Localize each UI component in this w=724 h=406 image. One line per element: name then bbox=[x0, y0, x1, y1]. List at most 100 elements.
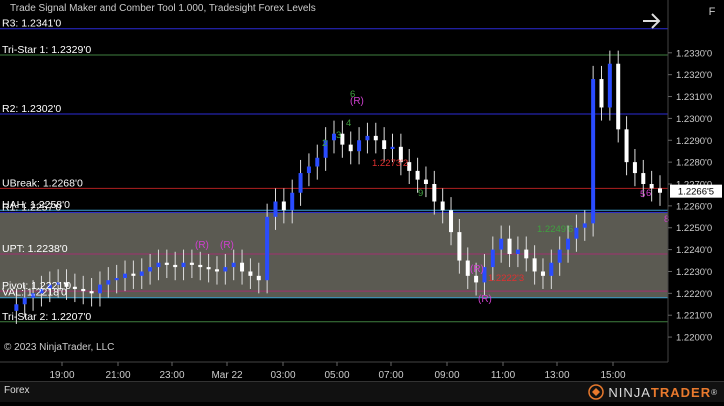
candle-body bbox=[281, 201, 286, 211]
logo-reg: ® bbox=[711, 387, 718, 397]
signal-r-label: (R) bbox=[220, 240, 234, 251]
candle-body bbox=[139, 271, 144, 276]
candle-body bbox=[449, 210, 454, 233]
candle-body bbox=[557, 249, 562, 263]
candle-body bbox=[641, 173, 646, 184]
time-tick-label: 21:00 bbox=[105, 370, 130, 381]
signal-r-label: (R) bbox=[195, 240, 209, 251]
f-button[interactable]: F bbox=[704, 6, 720, 22]
candle-body bbox=[240, 262, 245, 272]
logo-text-ninja: NINJA bbox=[608, 384, 651, 400]
candle-body bbox=[306, 166, 311, 174]
candle-body bbox=[97, 284, 102, 294]
ninjatrader-logo: NINJA TRADER ® bbox=[588, 383, 718, 401]
candle-body bbox=[457, 232, 462, 261]
candle-body bbox=[123, 273, 128, 279]
time-tick-label: 09:00 bbox=[434, 370, 459, 381]
candle-body bbox=[591, 79, 596, 224]
level-label: R1: 1.2257'0 bbox=[2, 201, 61, 213]
candle-body bbox=[415, 170, 420, 180]
signal-r-label: (R) bbox=[470, 264, 484, 275]
candle-body bbox=[189, 262, 194, 265]
time-tick-label: 23:00 bbox=[159, 370, 184, 381]
candle-body bbox=[290, 192, 295, 211]
price-tick-label: 1.2310'0 bbox=[676, 92, 712, 103]
price-tick-label: 1.2320'0 bbox=[676, 70, 712, 81]
chart-canvas[interactable]: (R) (R)(R)(R)(R)1.2273'21.2222'31.2249'66… bbox=[0, 0, 724, 401]
candle-body bbox=[582, 223, 587, 228]
price-chart[interactable]: (R) (R) (R) (R) (R) 1.2273'2 1.2222'3 1.2249'6 6… bbox=[0, 0, 724, 402]
red-level-label: 1.2273'2 bbox=[372, 158, 408, 169]
signal-number: 4 bbox=[346, 118, 351, 129]
price-tick-label: 1.2330'0 bbox=[676, 48, 712, 59]
tab-forex[interactable]: Forex bbox=[4, 385, 30, 396]
footer-bar: Forex NINJA TRADER ® bbox=[0, 381, 724, 402]
time-tick-label: 03:00 bbox=[270, 370, 295, 381]
green-level-label: 1.2249'6 bbox=[537, 224, 573, 235]
price-tick-label: 1.2220'0 bbox=[676, 289, 712, 300]
candle-body bbox=[632, 162, 637, 174]
candle-body bbox=[164, 262, 169, 265]
candle-body bbox=[298, 173, 303, 193]
candle-body bbox=[357, 140, 362, 152]
candle-body bbox=[265, 216, 270, 281]
candle-body bbox=[616, 63, 621, 130]
candle-body bbox=[423, 179, 428, 184]
price-tick-label: 1.2290'0 bbox=[676, 136, 712, 147]
signal-number: 8 bbox=[664, 214, 669, 225]
candle-body bbox=[114, 278, 119, 281]
price-tick-label: 1.2300'0 bbox=[676, 114, 712, 125]
price-tick-label: 1.2250'0 bbox=[676, 223, 712, 234]
red-level-label: 1.2222'3 bbox=[488, 273, 524, 284]
candle-body bbox=[474, 275, 479, 283]
candle-body bbox=[273, 201, 278, 217]
candle-body bbox=[198, 264, 203, 268]
candle-body bbox=[499, 238, 504, 250]
candle-body bbox=[490, 249, 495, 268]
time-tick-label: 11:00 bbox=[491, 370, 516, 381]
candle-body bbox=[181, 262, 186, 268]
indicator-title: Trade Signal Maker and Comber Tool 1.000… bbox=[10, 3, 316, 14]
logo-text-trader: TRADER bbox=[650, 384, 712, 400]
candle-body bbox=[624, 129, 629, 163]
time-tick-label: 05:00 bbox=[324, 370, 349, 381]
time-tick-label: Mar 22 bbox=[211, 370, 243, 381]
signal-r-label: (R) bbox=[478, 294, 492, 305]
price-tick-label: 1.2280'0 bbox=[676, 158, 712, 169]
candle-body bbox=[156, 262, 161, 268]
candle-body bbox=[515, 249, 520, 254]
time-tick-label: 13:00 bbox=[544, 370, 569, 381]
candle-body bbox=[574, 227, 579, 239]
candle-body bbox=[206, 267, 211, 270]
copyright-text: © 2023 NinjaTrader, LLC bbox=[4, 342, 115, 353]
level-label: VAL: 1.2218'0 bbox=[2, 287, 67, 299]
price-tick-label: 1.2240'0 bbox=[676, 245, 712, 256]
candle-body bbox=[432, 184, 437, 202]
arrow-right-icon[interactable] bbox=[640, 10, 664, 32]
candle-body bbox=[373, 135, 378, 141]
candle-body bbox=[315, 157, 320, 167]
svg-text:1.2266'5: 1.2266'5 bbox=[678, 187, 714, 198]
time-tick-label: 07:00 bbox=[378, 370, 403, 381]
price-tick-label: 1.2200'0 bbox=[676, 333, 712, 344]
candle-body bbox=[214, 269, 219, 272]
level-label: UBreak: 1.2268'0 bbox=[2, 177, 83, 189]
candle-body bbox=[173, 264, 178, 268]
current-price-tag: 1.2266'5 bbox=[670, 184, 722, 198]
level-label: R3: 1.2341'0 bbox=[2, 18, 61, 30]
time-tick-label: 15:00 bbox=[600, 370, 625, 381]
candle-body bbox=[131, 273, 136, 276]
candle-body bbox=[231, 262, 236, 268]
candle-body bbox=[607, 63, 612, 108]
candle-body bbox=[81, 288, 86, 292]
level-label: Tri-Star 2: 1.2207'0 bbox=[2, 311, 91, 323]
candle-body bbox=[599, 79, 604, 108]
candle-body bbox=[148, 267, 153, 272]
candle-body bbox=[390, 146, 395, 150]
signal-number: 5 bbox=[640, 189, 645, 200]
candle-body bbox=[507, 238, 512, 254]
candle-body bbox=[256, 275, 261, 281]
candle-body bbox=[89, 291, 94, 294]
candle-body bbox=[532, 258, 537, 272]
candle-body bbox=[248, 271, 253, 276]
